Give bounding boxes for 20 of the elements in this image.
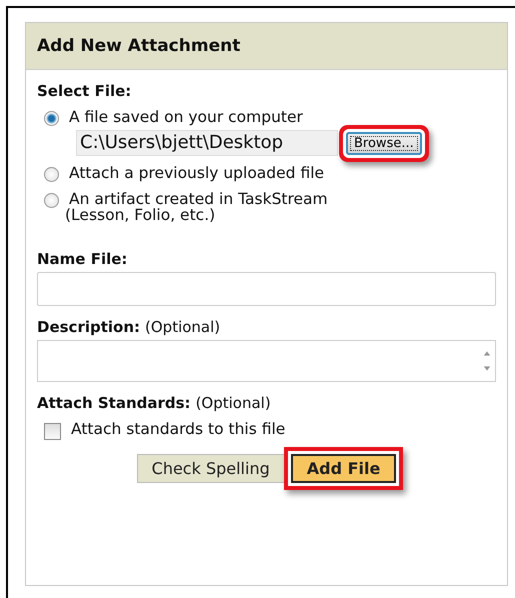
radio-button[interactable]	[44, 167, 59, 182]
radio-button[interactable]	[44, 111, 59, 126]
field-label: Description:	[37, 318, 140, 336]
option-label: An artifact created in TaskStream	[69, 190, 328, 208]
checkbox[interactable]	[44, 422, 61, 440]
field-label: Name File:	[37, 250, 128, 268]
field-label: Select File:	[37, 82, 132, 100]
option-label: Attach a previously uploaded file	[69, 164, 324, 182]
file-path-field[interactable]: C:\Users\bjett\Desktop	[76, 130, 338, 156]
optional-hint: (Optional)	[145, 318, 220, 336]
optional-hint: (Optional)	[196, 394, 271, 412]
radio-button[interactable]	[44, 193, 59, 208]
name-input-field[interactable]	[37, 272, 496, 306]
checkbox-label: Attach standards to this file	[71, 420, 286, 438]
description-text-area[interactable]	[37, 340, 496, 382]
option-note: (Lesson, Folio, etc.)	[65, 208, 216, 224]
field-label: Attach Standards:	[37, 394, 191, 412]
option-label: A file saved on your computer	[69, 108, 303, 126]
check-spelling-button[interactable]: Check Spelling	[136, 454, 285, 482]
panel-title: Add New Attachment	[37, 36, 240, 56]
